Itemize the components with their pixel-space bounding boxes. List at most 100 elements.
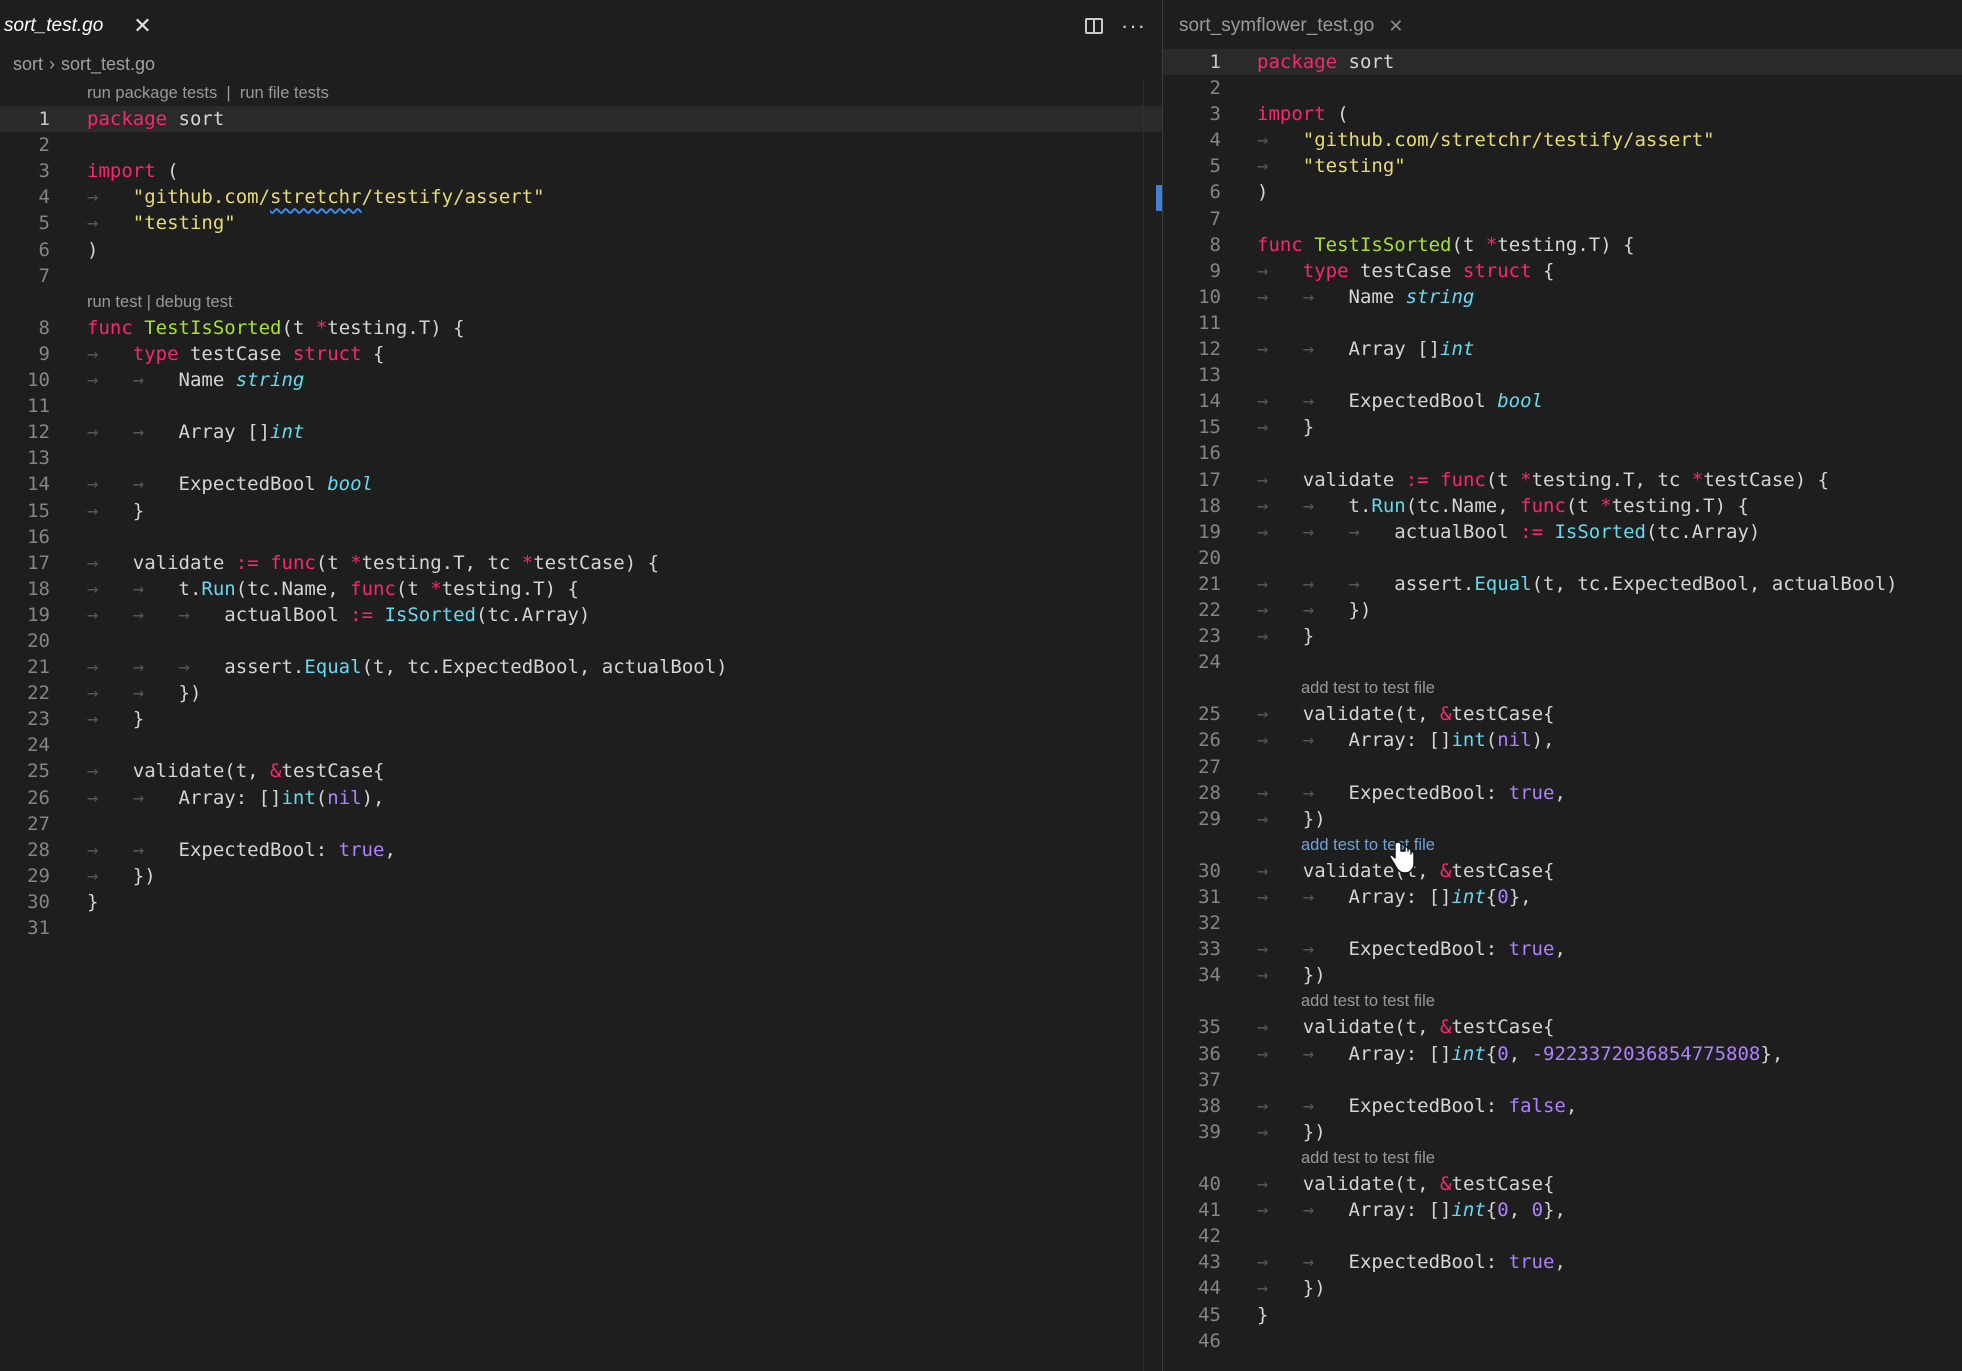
code-line: 22 → → }) bbox=[1198, 598, 1372, 621]
code-line: 8 func TestIsSorted(t *testing.T) { bbox=[38, 316, 465, 339]
code-line: 42 bbox=[1198, 1225, 1221, 1248]
code-line: 32 bbox=[1198, 912, 1221, 935]
code-line: 13 bbox=[27, 447, 50, 470]
code-line: 45} bbox=[1198, 1303, 1269, 1326]
code-line: 26 → → Array: []int(nil), bbox=[27, 786, 385, 809]
right-editor-pane: sort_symflower_test.go ✕ 1 package sort 2… bbox=[1163, 0, 1962, 1371]
code-line: 23 → } bbox=[1198, 625, 1315, 648]
code-line: 6) bbox=[38, 238, 99, 261]
tab-sort-symflower-test[interactable]: sort_symflower_test.go ✕ bbox=[1175, 0, 1413, 52]
tab-label: sort_symflower_test.go bbox=[1179, 15, 1375, 36]
code-line: 5 → "testing" bbox=[1209, 155, 1406, 178]
code-line: 27 bbox=[1198, 755, 1221, 778]
code-line: 33 → → ExpectedBool: true, bbox=[1198, 938, 1566, 961]
code-line: 24 bbox=[27, 734, 50, 757]
code-line: 41 → → Array: []int{0, 0}, bbox=[1198, 1199, 1566, 1222]
code-line: 46 bbox=[1198, 1329, 1221, 1352]
tab-sort-test[interactable]: sort_test.go ✕ bbox=[0, 0, 162, 52]
code-line: 1 package sort bbox=[0, 106, 1162, 133]
codelens-add-test[interactable]: add test to test file bbox=[1163, 1145, 1962, 1171]
breadcrumb-folder[interactable]: sort bbox=[13, 54, 43, 75]
code-line: 28 → → ExpectedBool: true, bbox=[1198, 781, 1566, 804]
code-line: 11 bbox=[27, 395, 50, 418]
code-line: 16 bbox=[1198, 442, 1221, 465]
code-line: 43 → → ExpectedBool: true, bbox=[1198, 1251, 1566, 1274]
code-line: 17 → validate := func(t *testing.T, tc *t… bbox=[1198, 468, 1830, 491]
code-line: 17 → validate := func(t *testing.T, tc *t… bbox=[27, 551, 660, 574]
code-line: 18 → → t.Run(tc.Name, func(t *testing.T) … bbox=[1198, 494, 1749, 517]
code-line: 30} bbox=[27, 890, 99, 913]
code-line: 5 → "testing" bbox=[38, 212, 236, 235]
code-line: 19 → → → actualBool := IsSorted(tc.Array) bbox=[1198, 520, 1761, 543]
code-line: 9 → type testCase struct { bbox=[1209, 259, 1555, 282]
editor-area: sort_test.go ✕ ··· sort › sort_test.go r… bbox=[0, 0, 1962, 1371]
left-tab-bar: sort_test.go ✕ ··· bbox=[0, 0, 1162, 52]
codelens-run-test[interactable]: run test | debug test bbox=[0, 289, 1162, 315]
code-line: 2 bbox=[1209, 77, 1221, 100]
code-line: 31 → → Array: []int{0}, bbox=[1198, 886, 1532, 908]
left-scrollbar[interactable] bbox=[1143, 80, 1158, 1371]
code-line: 37 bbox=[1198, 1068, 1221, 1091]
split-editor-icon[interactable] bbox=[1085, 18, 1103, 34]
code-line: 30 → validate(t, &testCase{ bbox=[1198, 859, 1555, 882]
code-line: 44 → }) bbox=[1198, 1277, 1326, 1300]
code-line: 6) bbox=[1209, 181, 1269, 204]
hand-pointer-cursor-icon bbox=[1389, 841, 1415, 874]
code-line: 29 → }) bbox=[27, 864, 156, 887]
code-line: 20 bbox=[27, 629, 50, 652]
code-line: 4 → "github.com/stretchr/testify/assert" bbox=[1209, 129, 1715, 152]
left-editor-pane: sort_test.go ✕ ··· sort › sort_test.go r… bbox=[0, 0, 1162, 1371]
chevron-right-icon: › bbox=[49, 54, 56, 74]
code-line: 12 → → Array []int bbox=[1198, 338, 1475, 361]
code-line: 3 import ( bbox=[38, 160, 179, 183]
codelens-add-test[interactable]: add test to test file bbox=[1163, 832, 1962, 858]
right-code[interactable]: 1 package sort 2 3 import ( 4 → "github.com… bbox=[1163, 49, 1962, 1354]
code-line: 15 → } bbox=[27, 499, 145, 522]
code-line: 39 → }) bbox=[1198, 1120, 1326, 1143]
code-line: 21 → → → assert.Equal(t, tc.ExpectedBool,… bbox=[1198, 572, 1898, 595]
codelens-add-test[interactable]: add test to test file bbox=[1163, 675, 1962, 701]
code-line: 26 → → Array: []int(nil), bbox=[1198, 729, 1555, 752]
more-actions-icon[interactable]: ··· bbox=[1121, 15, 1146, 37]
code-line: 11 bbox=[1198, 311, 1221, 334]
codelens-add-test[interactable]: add test to test file bbox=[1163, 988, 1962, 1014]
code-line: 19 → → → actualBool := IsSorted(tc.Array) bbox=[27, 603, 591, 626]
code-line: 10 → → Name string bbox=[1198, 285, 1475, 308]
code-line: 7 bbox=[1209, 207, 1221, 230]
code-line: 14 → → ExpectedBool bool bbox=[27, 473, 373, 496]
code-line: 38 → → ExpectedBool: false, bbox=[1198, 1094, 1578, 1117]
editor-actions: ··· bbox=[1085, 0, 1146, 52]
breadcrumb-file[interactable]: sort_test.go bbox=[61, 54, 155, 75]
code-line: 20 bbox=[1198, 546, 1221, 569]
breadcrumb: sort › sort_test.go bbox=[13, 54, 155, 75]
right-tab-bar: sort_symflower_test.go ✕ bbox=[1163, 0, 1962, 52]
code-line: 9 → type testCase struct { bbox=[38, 342, 385, 365]
code-line: 29 → }) bbox=[1198, 807, 1326, 830]
code-line: 1 package sort bbox=[1163, 49, 1962, 76]
code-line: 10 → → Name string bbox=[27, 369, 305, 392]
code-line: 7 bbox=[38, 264, 50, 287]
code-line: 24 bbox=[1198, 651, 1221, 674]
code-line: 8 func TestIsSorted(t *testing.T) { bbox=[1209, 233, 1635, 256]
code-line: 2 bbox=[38, 134, 50, 157]
left-code[interactable]: run package tests | run file tests 1 pack… bbox=[0, 80, 1162, 941]
code-line: 15 → } bbox=[1198, 416, 1315, 439]
code-line: 3 import ( bbox=[1209, 103, 1349, 126]
code-line: 40 → validate(t, &testCase{ bbox=[1198, 1173, 1555, 1196]
close-icon[interactable]: ✕ bbox=[133, 13, 151, 39]
code-line: 21 → → → assert.Equal(t, tc.ExpectedBool,… bbox=[27, 656, 728, 679]
code-line: 31 bbox=[27, 917, 50, 939]
code-line: 12 → → Array []int bbox=[27, 421, 305, 444]
code-line: 27 bbox=[27, 812, 50, 835]
code-line: 35 → validate(t, &testCase{ bbox=[1198, 1016, 1555, 1039]
code-line: 14 → → ExpectedBool bool bbox=[1198, 390, 1543, 413]
code-line: 25 → validate(t, &testCase{ bbox=[1198, 703, 1555, 726]
code-line: 16 bbox=[27, 525, 50, 548]
codelens-package[interactable]: run package tests | run file tests bbox=[0, 80, 1162, 106]
code-line: 28 → → ExpectedBool: true, bbox=[27, 838, 396, 861]
code-line: 25 → validate(t, &testCase{ bbox=[27, 760, 385, 783]
code-line: 34 → }) bbox=[1198, 964, 1326, 987]
close-icon[interactable]: ✕ bbox=[1388, 16, 1403, 37]
code-line: 36 → → Array: []int{0, -92233720368547758… bbox=[1198, 1042, 1784, 1065]
code-line: 23 → } bbox=[27, 708, 145, 731]
